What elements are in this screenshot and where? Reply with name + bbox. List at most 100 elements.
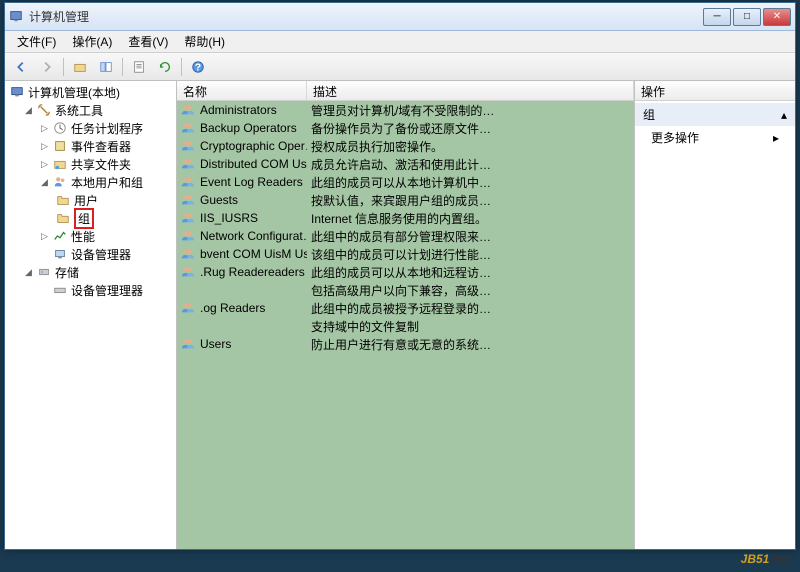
group-name: Administrators — [200, 103, 277, 117]
tree-system-tools[interactable]: ◢ 系统工具 — [5, 101, 176, 119]
cell-description: 授权成员执行加密操作。 — [307, 138, 634, 155]
expand-icon[interactable]: ▷ — [39, 231, 50, 242]
tree-device-manager[interactable]: 设备管理器 — [5, 245, 176, 263]
collapse-icon[interactable]: ◢ — [23, 105, 34, 116]
refresh-button[interactable] — [127, 56, 151, 78]
group-icon — [181, 301, 197, 315]
group-icon — [181, 157, 197, 171]
app-window: 计算机管理 ─ □ ✕ 文件(F) 操作(A) 查看(V) 帮助(H) ? 计算… — [4, 2, 796, 550]
tree-label: 组 — [74, 208, 94, 229]
group-name: Cryptographic Oper… — [200, 139, 307, 153]
cell-description: 防止用户进行有意或无意的系统… — [307, 336, 634, 353]
svg-text:?: ? — [195, 61, 201, 73]
actions-header: 操作 — [635, 81, 795, 101]
toolbar-separator — [122, 58, 123, 76]
group-icon — [181, 337, 197, 351]
cell-name: Distributed COM Us… — [177, 157, 307, 171]
up-button[interactable] — [68, 56, 92, 78]
tree-label: 性能 — [71, 228, 95, 245]
group-icon — [181, 229, 197, 243]
cell-description: 此组的成员可以从本地和远程访… — [307, 264, 634, 281]
list-header: 名称 描述 — [177, 81, 634, 101]
tree-root[interactable]: 计算机管理(本地) — [5, 83, 176, 101]
list-row[interactable]: Backup Operators 备份操作员为了备份或还原文件… — [177, 119, 634, 137]
tree-label: 设备管理理器 — [71, 282, 143, 299]
maximize-button[interactable]: □ — [733, 8, 761, 26]
list-row[interactable]: 支持域中的文件复制 — [177, 317, 634, 335]
expand-icon[interactable]: ▷ — [39, 141, 50, 152]
collapse-up-icon: ▴ — [781, 108, 787, 122]
tree-performance[interactable]: ▷ 性能 — [5, 227, 176, 245]
clock-icon — [52, 121, 68, 135]
menu-view[interactable]: 查看(V) — [120, 31, 176, 52]
window-controls: ─ □ ✕ — [703, 8, 791, 26]
folder-share-icon — [52, 157, 68, 171]
cell-description: 备份操作员为了备份或还原文件… — [307, 120, 634, 137]
list-row[interactable]: Administrators 管理员对计算机/域有不受限制的… — [177, 101, 634, 119]
tree-local-users-groups[interactable]: ◢ 本地用户和组 — [5, 173, 176, 191]
group-name: Event Log Readers — [200, 175, 303, 189]
app-icon — [9, 9, 25, 25]
list-row[interactable]: Event Log Readers此组的成员可以从本地计算机中… — [177, 173, 634, 191]
cell-description: 成员允许启动、激活和使用此计… — [307, 156, 634, 173]
group-name: IIS_IUSRS — [200, 211, 258, 225]
action-more[interactable]: 更多操作 ▸ — [635, 126, 795, 149]
group-icon — [181, 121, 197, 135]
tree-label: 系统工具 — [55, 102, 103, 119]
list-row[interactable]: .Rug Readereaders此组的成员可以从本地和远程访… — [177, 263, 634, 281]
cell-description: 管理员对计算机/域有不受限制的… — [307, 102, 634, 119]
action-section-groups[interactable]: 组 ▴ — [635, 103, 795, 126]
menu-file[interactable]: 文件(F) — [9, 31, 64, 52]
tree-event-viewer[interactable]: ▷ 事件查看器 — [5, 137, 176, 155]
tree-storage[interactable]: ◢ 存储 — [5, 263, 176, 281]
cell-name: Event Log Readers — [177, 175, 307, 189]
list-row[interactable]: Cryptographic Oper…授权成员执行加密操作。 — [177, 137, 634, 155]
close-button[interactable]: ✕ — [763, 8, 791, 26]
tree-users[interactable]: 用户 — [5, 191, 176, 209]
cell-name: Network Configurat… — [177, 229, 307, 243]
tree-disk-management[interactable]: 设备管理理器 — [5, 281, 176, 299]
list-row[interactable]: Distributed COM Us…成员允许启动、激活和使用此计… — [177, 155, 634, 173]
list-row[interactable]: IIS_IUSRSInternet 信息服务使用的内置组。 — [177, 209, 634, 227]
storage-icon — [36, 265, 52, 279]
tree-task-scheduler[interactable]: ▷ 任务计划程序 — [5, 119, 176, 137]
menu-help[interactable]: 帮助(H) — [176, 31, 233, 52]
export-button[interactable] — [153, 56, 177, 78]
forward-button[interactable] — [35, 56, 59, 78]
column-name[interactable]: 名称 — [177, 81, 307, 100]
folder-icon — [55, 211, 71, 225]
collapse-icon[interactable]: ◢ — [39, 177, 50, 188]
group-name: Backup Operators — [200, 121, 297, 135]
list-row[interactable]: Users防止用户进行有意或无意的系统… — [177, 335, 634, 353]
show-hide-button[interactable] — [94, 56, 118, 78]
menu-action[interactable]: 操作(A) — [64, 31, 120, 52]
device-icon — [52, 247, 68, 261]
cell-name: Users — [177, 337, 307, 351]
expand-icon[interactable]: ▷ — [39, 123, 50, 134]
list-body: Administrators管理员对计算机/域有不受限制的…Backup Ope… — [177, 101, 634, 549]
group-name: Network Configurat… — [200, 229, 307, 243]
event-icon — [52, 139, 68, 153]
tree-label: 存储 — [55, 264, 79, 281]
cell-description: 此组中的成员被授予远程登录的… — [307, 300, 634, 317]
group-icon — [181, 193, 197, 207]
back-button[interactable] — [9, 56, 33, 78]
watermark: JB51.Net — [741, 550, 792, 568]
list-row[interactable]: Guests按默认值，来宾跟用户组的成员… — [177, 191, 634, 209]
performance-icon — [52, 229, 68, 243]
help-button[interactable]: ? — [186, 56, 210, 78]
list-row[interactable]: 包括高级用户以向下兼容，高级… — [177, 281, 634, 299]
list-row[interactable]: .og Readers此组中的成员被授予远程登录的… — [177, 299, 634, 317]
list-row[interactable]: Network Configurat…此组中的成员有部分管理权限来… — [177, 227, 634, 245]
collapse-icon[interactable]: ◢ — [23, 267, 34, 278]
computer-icon — [9, 85, 25, 99]
expand-icon[interactable]: ▷ — [39, 159, 50, 170]
list-row[interactable]: bvent COM UisM Us…该组中的成员可以计划进行性能… — [177, 245, 634, 263]
tree-shared-folders[interactable]: ▷ 共享文件夹 — [5, 155, 176, 173]
tree-label: 计算机管理(本地) — [28, 84, 120, 101]
column-description[interactable]: 描述 — [307, 81, 634, 100]
tree-groups[interactable]: 组 — [5, 209, 176, 227]
watermark-jb: JB51 — [741, 552, 770, 566]
group-name: bvent COM UisM Us… — [200, 247, 307, 261]
minimize-button[interactable]: ─ — [703, 8, 731, 26]
